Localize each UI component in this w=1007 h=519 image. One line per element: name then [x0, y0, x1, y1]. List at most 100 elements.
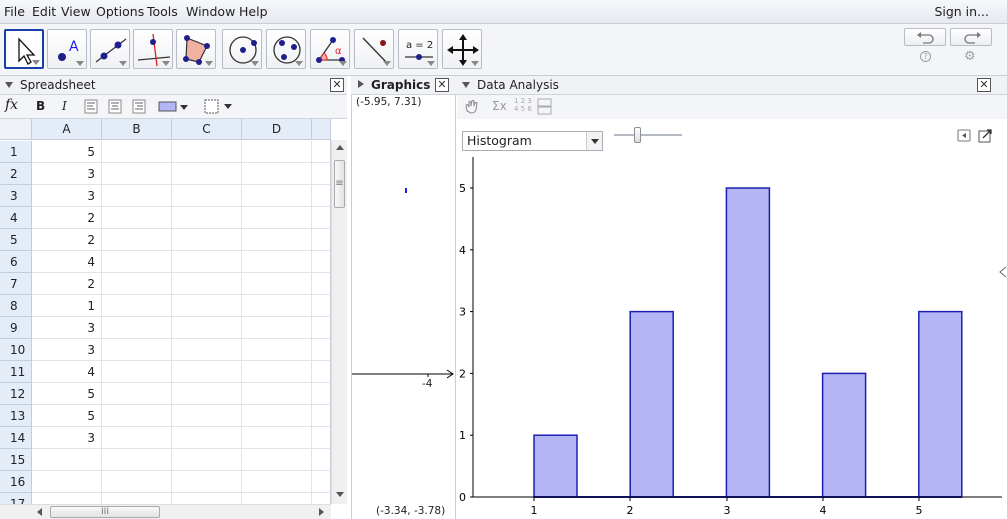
column-header-d[interactable]: D — [242, 119, 312, 140]
spreadsheet-cell[interactable] — [312, 317, 330, 339]
row-header[interactable]: 10 — [0, 339, 32, 361]
spreadsheet-cell[interactable] — [172, 163, 242, 185]
spreadsheet-cell[interactable] — [172, 471, 242, 493]
spreadsheet-cell[interactable] — [242, 229, 312, 251]
spreadsheet-cell[interactable] — [172, 295, 242, 317]
slider-knob[interactable] — [634, 127, 641, 143]
spreadsheet-cell[interactable]: 5 — [32, 141, 102, 163]
move-graphics-view-button[interactable] — [442, 29, 482, 69]
circle-tool-button[interactable] — [222, 29, 262, 69]
column-header-c[interactable]: C — [172, 119, 242, 140]
collapse-arrow-icon[interactable] — [5, 82, 13, 88]
graphics-point[interactable] — [405, 188, 407, 193]
spreadsheet-cell[interactable] — [102, 361, 172, 383]
spreadsheet-cell[interactable]: 4 — [32, 361, 102, 383]
spreadsheet-cell[interactable] — [32, 449, 102, 471]
spreadsheet-cell[interactable] — [312, 405, 330, 427]
spreadsheet-cell[interactable] — [172, 383, 242, 405]
menu-window[interactable]: Window — [186, 4, 235, 19]
fx-button[interactable]: fx — [5, 97, 18, 113]
chart-type-select[interactable]: Histogram — [462, 131, 603, 151]
spreadsheet-cell[interactable] — [172, 317, 242, 339]
vertical-scrollbar[interactable]: ≡ — [331, 140, 347, 504]
point-tool-button[interactable]: A — [47, 29, 87, 69]
hand-icon[interactable] — [463, 99, 479, 115]
row-header[interactable]: 14 — [0, 427, 32, 449]
spreadsheet-cell[interactable] — [312, 141, 330, 163]
menu-file[interactable]: File — [4, 4, 25, 19]
slider-tool-button[interactable]: a = 2 — [398, 29, 438, 69]
spreadsheet-cell[interactable] — [312, 427, 330, 449]
spreadsheet-cell[interactable] — [242, 471, 312, 493]
scroll-up-arrow-icon[interactable] — [336, 145, 344, 150]
spreadsheet-cell[interactable] — [32, 493, 102, 504]
spreadsheet-cell[interactable] — [242, 163, 312, 185]
spreadsheet-cell[interactable] — [172, 493, 242, 504]
spreadsheet-cell[interactable] — [312, 449, 330, 471]
spreadsheet-cell[interactable] — [242, 273, 312, 295]
spreadsheet-cell[interactable] — [102, 405, 172, 427]
column-header-a[interactable]: A — [32, 119, 102, 140]
spreadsheet-cell[interactable]: 3 — [32, 339, 102, 361]
spreadsheet-cell[interactable]: 2 — [32, 273, 102, 295]
column-header-e[interactable] — [312, 119, 330, 140]
row-header[interactable]: 7 — [0, 273, 32, 295]
spreadsheet-cell[interactable] — [242, 317, 312, 339]
row-header[interactable]: 17 — [0, 493, 32, 504]
row-header[interactable]: 12 — [0, 383, 32, 405]
two-panels-icon[interactable] — [537, 98, 553, 116]
spreadsheet-cell[interactable] — [102, 427, 172, 449]
spreadsheet-cell[interactable] — [172, 229, 242, 251]
help-icon[interactable]: ? — [920, 51, 931, 62]
spreadsheet-cell[interactable] — [172, 449, 242, 471]
polygon-tool-button[interactable] — [176, 29, 216, 69]
spreadsheet-cell[interactable] — [312, 295, 330, 317]
spreadsheet-cell[interactable] — [242, 207, 312, 229]
spreadsheet-cell[interactable] — [172, 251, 242, 273]
spreadsheet-cell[interactable] — [312, 251, 330, 273]
collapse-side-arrow-icon[interactable] — [998, 266, 1007, 278]
spreadsheet-cell[interactable] — [172, 405, 242, 427]
italic-button[interactable]: I — [62, 99, 67, 113]
spreadsheet-cell[interactable] — [102, 163, 172, 185]
row-header[interactable]: 8 — [0, 295, 32, 317]
gear-icon[interactable]: ⚙ — [964, 49, 976, 64]
spreadsheet-cell[interactable] — [102, 251, 172, 273]
spreadsheet-cell[interactable] — [102, 449, 172, 471]
angle-tool-button[interactable]: α — [310, 29, 350, 69]
spreadsheet-cell[interactable] — [172, 273, 242, 295]
conic-tool-button[interactable] — [266, 29, 306, 69]
spreadsheet-cell[interactable] — [242, 339, 312, 361]
spreadsheet-cell[interactable] — [242, 185, 312, 207]
spreadsheet-cell[interactable] — [102, 471, 172, 493]
export-icons[interactable] — [957, 128, 997, 144]
move-tool-button[interactable] — [4, 29, 44, 69]
spreadsheet-cell[interactable] — [102, 295, 172, 317]
spreadsheet-cell[interactable]: 2 — [32, 207, 102, 229]
spreadsheet-cell[interactable] — [242, 427, 312, 449]
menu-view[interactable]: View — [61, 4, 91, 19]
row-header[interactable]: 5 — [0, 229, 32, 251]
spreadsheet-cell[interactable]: 5 — [32, 383, 102, 405]
spreadsheet-cell[interactable] — [102, 273, 172, 295]
bold-button[interactable]: B — [36, 99, 45, 113]
spreadsheet-cell[interactable] — [242, 361, 312, 383]
collapse-arrow-icon[interactable] — [462, 82, 470, 88]
menu-tools[interactable]: Tools — [147, 4, 178, 19]
row-header[interactable]: 6 — [0, 251, 32, 273]
spreadsheet-cell[interactable] — [312, 185, 330, 207]
spreadsheet-cell[interactable] — [312, 471, 330, 493]
row-header[interactable]: 15 — [0, 449, 32, 471]
close-graphics-button[interactable]: ✕ — [435, 78, 449, 92]
row-header[interactable]: 16 — [0, 471, 32, 493]
graphics-view[interactable]: (-5.95, 7.31) -4 (-3.34, -3.78) — [351, 95, 456, 519]
slider-track[interactable] — [614, 134, 682, 136]
spreadsheet-cell[interactable] — [102, 141, 172, 163]
spreadsheet-cell[interactable] — [102, 229, 172, 251]
spreadsheet-cell[interactable] — [32, 471, 102, 493]
horizontal-scrollbar[interactable]: III — [0, 504, 331, 519]
expand-arrow-icon[interactable] — [358, 80, 364, 88]
spreadsheet-cell[interactable] — [242, 493, 312, 504]
scroll-left-arrow-icon[interactable] — [37, 508, 42, 516]
spreadsheet-cell[interactable] — [242, 251, 312, 273]
